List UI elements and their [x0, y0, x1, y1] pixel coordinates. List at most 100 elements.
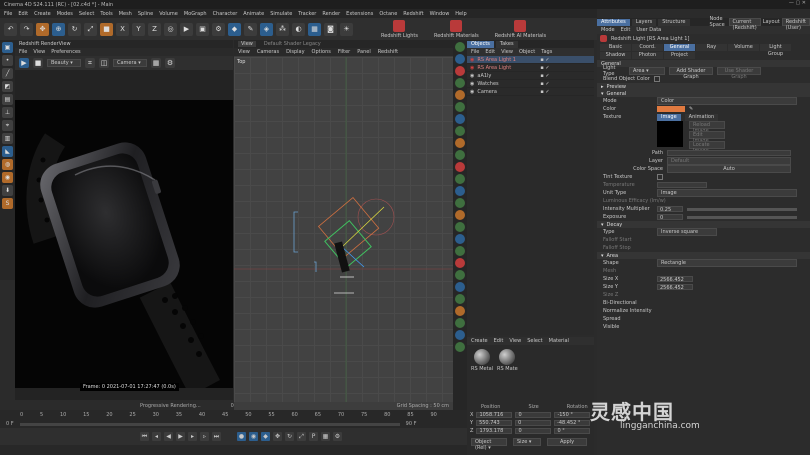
node-space-select[interactable]: Current (Redshift)	[728, 18, 761, 31]
settings-icon[interactable]: ⚙	[165, 58, 175, 68]
use-shader-graph-button[interactable]: Use Shader Graph	[717, 67, 761, 80]
deformer-icon[interactable]: ◐	[292, 22, 305, 36]
workplane-icon[interactable]: ▥	[2, 133, 13, 144]
download-icon[interactable]: ⬇	[2, 185, 13, 196]
layer-select[interactable]: Default	[667, 157, 791, 165]
coord-size-select[interactable]: Size ▾	[513, 438, 541, 446]
plugin-icon[interactable]	[455, 186, 465, 196]
plugin-icon[interactable]	[455, 42, 465, 52]
object-row[interactable]: ◉ RS Area Light ▪ ✓	[467, 64, 594, 72]
coord-mode-select[interactable]: Object (Rel) ▾	[471, 438, 507, 451]
coord-pos-field[interactable]: 1058.716	[476, 412, 513, 418]
size-x-field[interactable]: 2566.452	[657, 276, 693, 283]
temperature-field[interactable]	[657, 182, 707, 188]
select-tool-icon[interactable]: ⊕	[52, 22, 65, 36]
viewport-menu-view[interactable]: View	[238, 49, 250, 55]
plugin-icon[interactable]	[455, 162, 465, 172]
lock-icon[interactable]: ◍	[2, 159, 13, 170]
next-frame-icon[interactable]: ▸	[188, 432, 197, 441]
timeline-range-slider[interactable]	[19, 422, 400, 426]
render-settings-icon[interactable]: ⚙	[212, 22, 225, 36]
menu-item-redshift[interactable]: Redshift	[403, 11, 423, 17]
viewport-canvas[interactable]: Top	[234, 57, 453, 402]
section-preview[interactable]: ▸ Preview	[597, 83, 810, 90]
plugin-icon[interactable]	[455, 138, 465, 148]
rotation-key-icon[interactable]: ↻	[285, 432, 294, 441]
eyedropper-icon[interactable]: ✎	[689, 106, 693, 112]
intensity-field[interactable]: 0.25	[657, 206, 683, 213]
object-menu-object[interactable]: Object	[519, 49, 535, 55]
viewport-menu-options[interactable]: Options	[312, 49, 331, 55]
object-menu-tags[interactable]: Tags	[541, 49, 552, 55]
z-axis-icon[interactable]: Z	[148, 22, 161, 36]
tab-takes[interactable]: Takes	[495, 40, 518, 48]
plugin-icon[interactable]	[455, 318, 465, 328]
visibility-icon[interactable]: ▪ ✓	[540, 73, 549, 79]
octane-icon[interactable]: ◉	[2, 172, 13, 183]
color-swatch[interactable]	[657, 106, 685, 112]
rotate-tool-icon[interactable]: ↻	[68, 22, 81, 36]
plugin-icon[interactable]	[455, 258, 465, 268]
redshift-lights-button[interactable]: Redshift Lights	[381, 19, 418, 39]
menu-item-file[interactable]: File	[4, 11, 12, 17]
plugin-icon[interactable]	[455, 246, 465, 256]
timeline-ruler[interactable]: 0 5 10 15 20 25 30 35 40 45 50 55 60 65 70 75 80 85 90	[0, 410, 467, 420]
axis-mode-icon[interactable]: ⊥	[2, 107, 13, 118]
plugin-icon[interactable]	[455, 234, 465, 244]
menu-item-mograph[interactable]: MoGraph	[184, 11, 207, 17]
attr-tab-photon[interactable]: Photon	[632, 52, 663, 59]
attr-tab-lightgroup[interactable]: Light Group	[760, 44, 791, 57]
plugin-icon[interactable]	[455, 114, 465, 124]
menu-item-tracker[interactable]: Tracker	[298, 11, 316, 17]
menu-item-mesh[interactable]: Mesh	[119, 11, 132, 17]
plugin-icon[interactable]	[455, 174, 465, 184]
next-key-icon[interactable]: ▹	[200, 432, 209, 441]
tab-objects[interactable]: Objects	[467, 40, 494, 48]
section-general[interactable]: ▾ General	[597, 90, 810, 97]
crop-icon[interactable]: ⌗	[85, 58, 95, 68]
texture-animation-tab[interactable]: Animation	[684, 113, 719, 121]
object-mode-icon[interactable]: ■	[100, 22, 113, 36]
section-decay[interactable]: ▾ Decay	[597, 221, 810, 228]
menu-item-edit[interactable]: Edit	[18, 11, 28, 17]
plugin-icon[interactable]	[455, 66, 465, 76]
menu-item-extensions[interactable]: Extensions	[346, 11, 373, 17]
texture-mode-icon[interactable]: ▤	[2, 94, 13, 105]
coord-rot-field[interactable]: 0 °	[554, 428, 591, 434]
menu-item-modes[interactable]: Modes	[57, 11, 73, 17]
plugin-icon[interactable]	[455, 330, 465, 340]
material-menu-view[interactable]: View	[509, 338, 521, 344]
unit-type-select[interactable]: Image	[657, 189, 797, 197]
polygons-mode-icon[interactable]: ◩	[2, 81, 13, 92]
beauty-select[interactable]: Beauty ▾	[47, 59, 81, 67]
path-field[interactable]	[667, 150, 791, 156]
plugin-icon[interactable]	[455, 210, 465, 220]
edit-image-button[interactable]: Edit Image...	[689, 131, 725, 144]
autokey-icon[interactable]: ◉	[249, 432, 258, 441]
attr-menu-edit[interactable]: Edit	[621, 27, 631, 33]
plugin-icon[interactable]	[455, 102, 465, 112]
redo-icon[interactable]: ↷	[20, 22, 33, 36]
exposure-field[interactable]: 0	[657, 214, 683, 221]
decay-type-select[interactable]: Inverse square	[657, 228, 717, 236]
plugin-icon[interactable]	[455, 270, 465, 280]
attr-top-tab-layers[interactable]: Layers	[631, 18, 657, 26]
coord-size-field[interactable]: 0	[515, 420, 552, 426]
object-row[interactable]: ◉ Camera ▪ ✓	[467, 88, 594, 96]
object-menu-edit[interactable]: Edit	[485, 49, 495, 55]
scale-tool-icon[interactable]: ⤢	[84, 22, 97, 36]
attr-tab-coord[interactable]: Coord.	[632, 44, 663, 51]
layout-select[interactable]: Redshift (User)	[781, 18, 810, 31]
plugin-icon[interactable]	[455, 150, 465, 160]
visibility-icon[interactable]: ▪ ✓	[540, 57, 549, 63]
viewport-tab[interactable]: View	[238, 41, 256, 47]
brush-icon[interactable]: ◣	[2, 146, 13, 157]
timeline-end[interactable]: 90 F	[406, 421, 417, 427]
exposure-slider[interactable]	[687, 215, 797, 219]
attr-top-tab-attributes[interactable]: Attributes	[597, 18, 630, 26]
attr-menu-mode[interactable]: Mode	[601, 27, 615, 33]
substance-icon[interactable]: S	[2, 198, 13, 209]
menu-item-tools[interactable]: Tools	[100, 11, 112, 17]
edges-mode-icon[interactable]: ╱	[2, 68, 13, 79]
object-menu-view[interactable]: View	[501, 49, 513, 55]
